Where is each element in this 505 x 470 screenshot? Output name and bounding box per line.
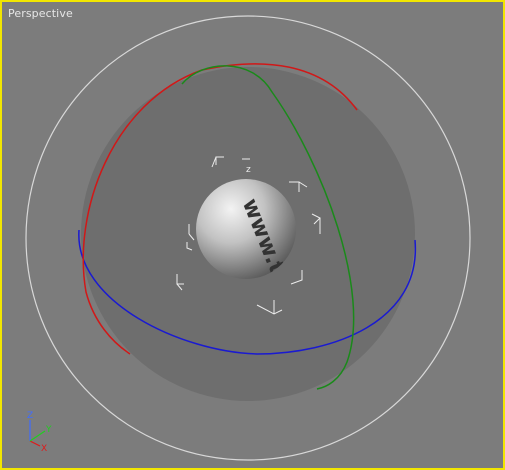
perspective-viewport[interactable]: Perspective z www.tr3d.c Z X Y — [0, 0, 505, 470]
bbox-z-label: z — [246, 165, 251, 175]
tripod-y-axis — [29, 430, 46, 442]
axis-tripod: Z X Y — [27, 411, 52, 454]
tripod-x-label: X — [41, 444, 47, 454]
tripod-y-label: Y — [45, 425, 52, 435]
tripod-x-axis — [29, 440, 41, 447]
viewport-scene: z www.tr3d.c Z X Y — [25, 15, 471, 461]
tripod-z-label: Z — [27, 411, 33, 421]
